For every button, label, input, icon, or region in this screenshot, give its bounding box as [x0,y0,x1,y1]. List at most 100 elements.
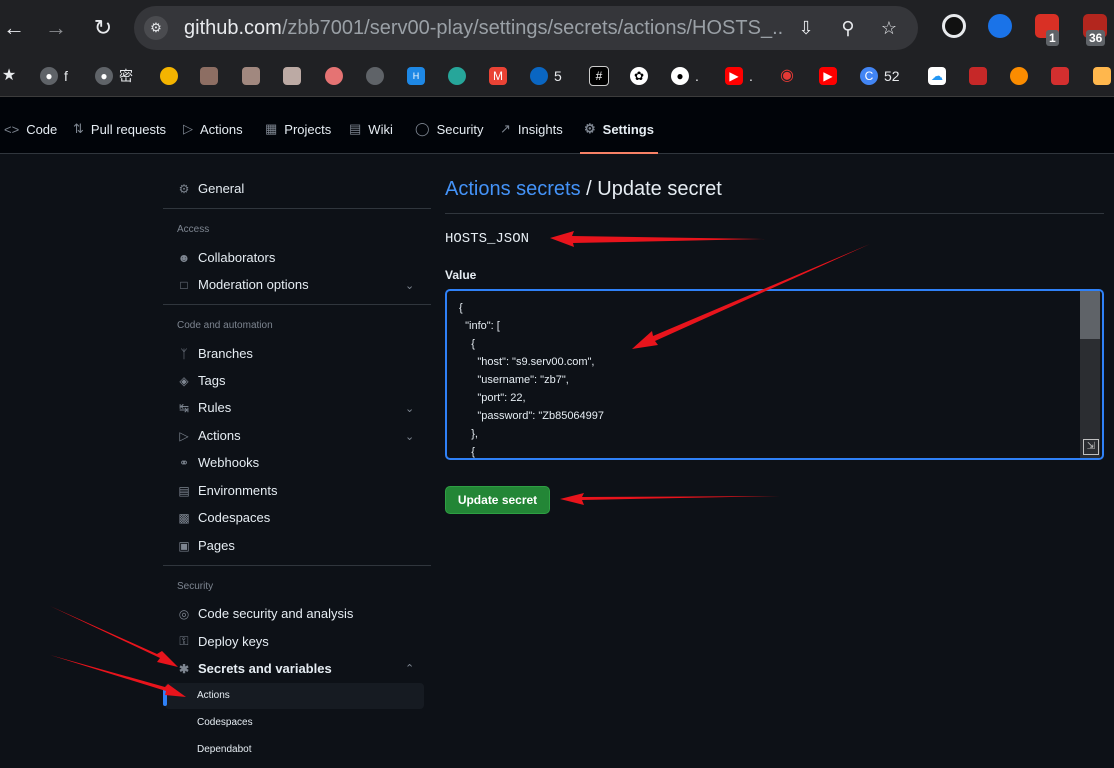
bookmark-item[interactable] [325,66,349,86]
sidebar-item-codespaces[interactable]: ▩ Codespaces [177,510,270,525]
sidebar-item-moderation[interactable]: □ Moderation options [177,277,308,292]
hexagon-icon [1093,67,1111,85]
tab-pull-requests[interactable]: ⇅ Pull requests [73,105,166,153]
chevron-up-icon[interactable]: ⌃ [405,662,414,675]
scrollbar-thumb[interactable] [1080,291,1100,339]
sidebar-item-deploy-keys[interactable]: ⚿ Deploy keys [177,634,269,649]
bookmark-label: 52 [884,68,900,84]
bookmark-star-icon[interactable]: ☆ [877,16,901,40]
sidebar-item-environments[interactable]: ▤ Environments [177,483,277,498]
actions-secrets-link[interactable]: Actions secrets [445,178,581,200]
sidebar-item-code-security[interactable]: ◎ Code security and analysis [177,606,354,621]
bookmark-item[interactable]: ● 密 [95,66,133,86]
url-text[interactable]: github.com/zbb7001/serv00-play/settings/… [184,16,784,40]
bookmark-item[interactable]: # [589,66,615,86]
bookmark-item[interactable]: H [407,66,431,86]
sidebar-item-general[interactable]: ⚙ General [177,181,245,196]
bookmark-item[interactable] [969,66,993,86]
sidebar-item-webhooks[interactable]: ⚭ Webhooks [177,455,259,470]
forward-icon[interactable]: → [42,14,70,42]
sidebar-item-rules[interactable]: ↹ Rules [177,400,231,415]
projects-icon: ▦ [265,121,278,136]
tab-projects[interactable]: ▦ Projects [265,105,331,153]
value-label: Value [445,268,477,282]
sidebar-item-label: Codespaces [198,510,271,525]
opera-icon[interactable] [942,14,966,38]
sidebar-item-tags[interactable]: ◈ Tags [177,373,225,388]
orange-icon [1010,67,1028,85]
bookmark-item[interactable]: C 52 [860,66,900,86]
bookmark-item[interactable] [160,66,184,86]
bookmark-item[interactable]: ✿ [630,66,654,86]
bookmark-item[interactable] [366,66,390,86]
bookmark-item[interactable] [283,66,307,86]
tab-label: Projects [284,121,332,137]
spiral-icon [448,67,466,85]
tab-wiki[interactable]: ▤ Wiki [349,105,393,153]
tab-settings[interactable]: ⚙ Settings [580,105,658,154]
install-app-icon[interactable]: ⇩ [794,16,818,40]
sidebar-item-label: Collaborators [198,250,276,265]
reload-icon[interactable]: ↻ [89,14,117,42]
bookmark-item[interactable]: ●. [671,66,699,86]
sidebar-item-label: Branches [198,346,253,361]
address-bar[interactable]: ⚙ github.com/zbb7001/serv00-play/setting… [134,6,918,50]
tab-code[interactable]: <> Code [4,105,57,153]
sidebar-section-access: Access [177,224,210,235]
sidebar-item-branches[interactable]: ᛉ Branches [177,346,253,361]
bookmark-item[interactable] [200,66,224,86]
bookmark-item[interactable]: M [489,66,513,86]
tab-security[interactable]: ◯ Security [415,105,484,153]
openai-icon: ✿ [630,67,648,85]
bookmark-item[interactable] [1051,66,1075,86]
sidebar-item-actions[interactable]: ▷ Actions [177,428,240,443]
bookmark-item[interactable]: ● f [40,66,68,86]
tab-actions[interactable]: ▷ Actions [183,105,243,153]
back-icon[interactable]: ← [0,14,28,42]
chevron-down-icon[interactable]: ⌄ [405,402,414,415]
bookmark-item[interactable]: 5 [530,66,562,86]
breadcrumb-separator: / [580,178,598,200]
sidebar-item-label: Webhooks [198,455,260,470]
resize-grip-icon[interactable]: ⇲ [1083,439,1099,455]
title-divider [445,213,1104,214]
bookmark-item[interactable] [448,66,472,86]
site-info-icon[interactable]: ⚙ [144,16,168,40]
wiki-icon: ▤ [349,121,362,136]
insights-icon: ↗ [500,121,511,136]
bookmark-item[interactable] [242,66,266,86]
annotation-arrow [560,493,780,505]
bookmark-item[interactable]: ◉ [778,66,802,86]
secret-value-text[interactable]: { "info": [ { "host": "s9.serv00.com", "… [459,299,604,458]
sidebar-item-label: Secrets and variables [198,661,332,676]
zoom-icon[interactable]: ⚲ [836,16,860,40]
bookmark-item[interactable]: ☁ [928,66,952,86]
bookmark-item[interactable] [1093,66,1114,86]
url-host: github.com [184,17,282,39]
bookmark-item[interactable]: ▶ [819,66,843,86]
sidebar-item-secrets-and-variables[interactable]: ✱ Secrets and variables [177,661,332,676]
secret-value-textarea[interactable]: { "info": [ { "host": "s9.serv00.com", "… [445,289,1104,460]
update-secret-button[interactable]: Update secret [445,486,550,514]
sidebar-subitem-actions[interactable]: Actions [197,690,230,701]
tab-label: Code [26,121,58,137]
tab-label: Settings [602,121,654,137]
codespaces-icon: ▩ [178,510,190,525]
bookmark-label: . [695,68,699,84]
chevron-down-icon[interactable]: ⌄ [405,430,414,443]
tab-insights[interactable]: ↗ Insights [500,105,563,153]
bookmark-label: 密 [119,68,133,84]
sidebar-subitem-codespaces[interactable]: Codespaces [197,717,253,728]
chevron-down-icon[interactable]: ⌄ [405,279,414,292]
bookmark-star[interactable]: ★ [0,66,24,86]
c-icon: C [860,67,878,85]
sidebar-item-pages[interactable]: ▣ Pages [177,538,235,553]
bookmark-item[interactable]: ▶. [725,66,753,86]
sidebar-item-label: Deploy keys [198,634,269,649]
bookmark-item[interactable] [1010,66,1034,86]
profile-icon[interactable] [988,14,1012,38]
sidebar-item-collaborators[interactable]: ☻ Collaborators [177,250,276,265]
sidebar-subitem-dependabot[interactable]: Dependabot [197,744,252,755]
avatar-icon [283,67,301,85]
grid-icon: # [589,66,609,86]
